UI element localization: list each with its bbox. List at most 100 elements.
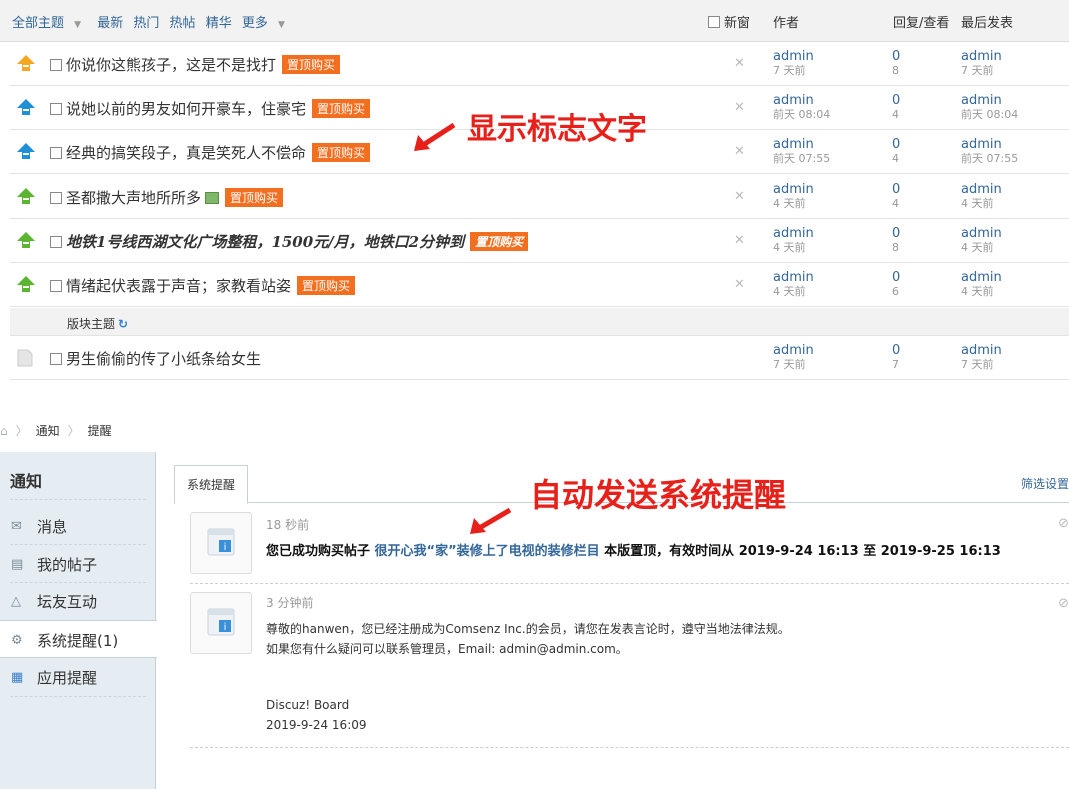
sidebar-item-label: 应用提醒 [37,669,98,687]
close-icon[interactable]: ✕ [734,233,745,248]
last-post-time[interactable]: 4 天前 [961,241,1002,255]
table-row[interactable]: 地铁1号线西湖文化广场整租，1500元/月，地铁口2分钟到 置顶购买 ✕ admin 4… [10,219,1069,263]
thread-title[interactable]: 你说你这熊孩子，这是不是找打 [66,56,276,74]
annotation-auto-remind: 自动发送系统提醒 [530,476,787,514]
tab-hot-posts[interactable]: 热帖 [170,16,196,31]
sticky-purchase-badge[interactable]: 置顶购买 [225,188,284,207]
thread-title[interactable]: 说她以前的男友如何开豪车，住豪宅 [66,100,306,118]
table-row[interactable]: 情绪起伏表露于声音；家教看站姿 置顶购买 ✕ admin 4 天前 0 6 admin 4 天前 [10,263,1069,307]
last-post-time[interactable]: 7 天前 [961,358,1002,372]
table-row[interactable]: 你说你这熊孩子，这是不是找打 置顶购买 ✕ admin 7 天前 0 8 admin 7 天前 [10,42,1069,86]
last-post-user[interactable]: admin [961,50,1002,64]
sidebar-title: 通知 [10,472,43,491]
last-post-time[interactable]: 4 天前 [961,285,1002,299]
view-count: 4 [892,152,899,165]
red-arrow-icon [414,122,456,151]
last-post-user[interactable]: admin [961,344,1002,358]
view-count: 4 [892,108,899,121]
new-window-checkbox[interactable] [708,16,720,28]
close-icon[interactable]: ✕ [734,100,745,115]
close-icon[interactable]: ✕ [734,189,745,204]
sidebar-item-system-remind[interactable]: ⚙ 系统提醒(1) [0,620,157,658]
thread-checkbox[interactable] [50,192,62,204]
tab-all-threads[interactable]: 全部主题 ▼ [12,16,87,31]
thread-title[interactable]: 男生偷偷的传了小纸条给女生 [66,350,261,368]
thread-title[interactable]: 经典的搞笑段子，真是笑死人不偿命 [66,144,306,162]
close-icon[interactable]: ✕ [734,56,745,71]
notice-date: 2019-9-24 16:09 [266,718,367,732]
last-post-user[interactable]: admin [961,138,1018,152]
section-label: 版块主题 [67,317,116,331]
section-divider: 版块主题 ↻ [10,308,1069,336]
home-icon[interactable]: ⌂ [0,424,8,438]
last-post-time[interactable]: 4 天前 [961,197,1002,211]
breadcrumb-notice[interactable]: 通知 [36,424,60,438]
thread-checkbox[interactable] [50,236,62,248]
author-time: 4 天前 [773,241,806,254]
thread-checkbox[interactable] [50,59,62,71]
close-icon[interactable]: ✕ [734,144,745,159]
sticky-purchase-badge[interactable]: 置顶购买 [312,143,371,162]
sticky-purchase-badge[interactable]: 置顶购买 [470,232,529,251]
thread-checkbox[interactable] [50,103,62,115]
tab-more[interactable]: 更多 ▼ [242,16,291,31]
sidebar-item-app-remind[interactable]: ▦ 应用提醒 [0,658,156,696]
author-name[interactable]: admin [773,94,830,108]
tab-hot[interactable]: 热门 [133,16,159,31]
author-name[interactable]: admin [773,183,814,197]
thread-checkbox[interactable] [50,147,62,159]
refresh-icon[interactable]: ↻ [118,317,128,331]
tab-latest[interactable]: 最新 [97,16,123,31]
breadcrumb-remind: 提醒 [87,424,112,438]
last-post-user[interactable]: admin [961,94,1018,108]
pin-up-green-icon [17,232,35,248]
table-row[interactable]: 圣都撒大声地所所多 置顶购买 ✕ admin 4 天前 0 4 admin 4 天前 [10,175,1069,219]
thread-title[interactable]: 圣都撒大声地所所多 [66,189,201,207]
last-post-user[interactable]: admin [961,271,1002,285]
reply-count[interactable]: 0 [892,94,900,108]
svg-text:i: i [224,542,227,553]
author-name[interactable]: admin [773,271,814,285]
tab-digest[interactable]: 精华 [206,16,232,31]
last-post-time[interactable]: 前天 08:04 [961,108,1018,122]
new-window-toggle[interactable]: 新窗 [708,12,750,31]
view-count: 8 [892,64,899,77]
author-name[interactable]: admin [773,138,830,152]
notice-signature: Discuz! Board [266,698,350,712]
close-icon[interactable]: ⊘ [1058,516,1069,531]
sidebar-item-my-posts[interactable]: ▤ 我的帖子 [0,545,156,583]
col-last-post[interactable]: 最后发表 [961,12,1013,31]
last-post-time[interactable]: 前天 07:55 [961,152,1018,166]
last-post-user[interactable]: admin [961,183,1002,197]
reply-count[interactable]: 0 [892,271,900,285]
author-name[interactable]: admin [773,50,814,64]
col-reply-view[interactable]: 回复/查看 [893,12,949,31]
chevron-down-icon: ▼ [278,20,285,30]
author-name[interactable]: admin [773,227,814,241]
close-icon[interactable]: ⊘ [1058,596,1069,611]
notice-thread-link[interactable]: 很开心我“家”装修上了电视的装修栏目 [375,544,600,559]
pin-up-green-icon [17,188,35,204]
filter-settings-link[interactable]: 筛选设置 [1021,475,1069,492]
table-row[interactable]: 男生偷偷的传了小纸条给女生 admin 7 天前 07 admin 7 天前 [10,336,1069,380]
author-name[interactable]: admin [773,344,814,358]
thread-checkbox[interactable] [50,353,62,365]
thread-checkbox[interactable] [50,280,62,292]
thread-title[interactable]: 情绪起伏表露于声音；家教看站姿 [66,277,291,295]
last-post-user[interactable]: admin [961,227,1002,241]
last-post-time[interactable]: 7 天前 [961,64,1002,78]
tab-system-remind[interactable]: 系统提醒 [174,465,249,504]
reply-count[interactable]: 0 [892,50,900,64]
breadcrumb: ⌂ 〉通知〉提醒 [0,424,112,438]
sticky-purchase-badge[interactable]: 置顶购买 [282,55,341,74]
reply-count[interactable]: 0 [892,344,900,358]
reply-count[interactable]: 0 [892,227,900,241]
thread-title[interactable]: 地铁1号线西湖文化广场整租，1500元/月，地铁口2分钟到 [66,233,464,251]
sticky-purchase-badge[interactable]: 置顶购买 [297,276,356,295]
close-icon[interactable]: ✕ [734,277,745,292]
reply-count[interactable]: 0 [892,138,900,152]
sidebar-item-messages[interactable]: ✉ 消息 [0,507,156,545]
sidebar-item-interaction[interactable]: △ 坛友互动 [0,582,156,620]
reply-count[interactable]: 0 [892,183,900,197]
sticky-purchase-badge[interactable]: 置顶购买 [312,99,371,118]
